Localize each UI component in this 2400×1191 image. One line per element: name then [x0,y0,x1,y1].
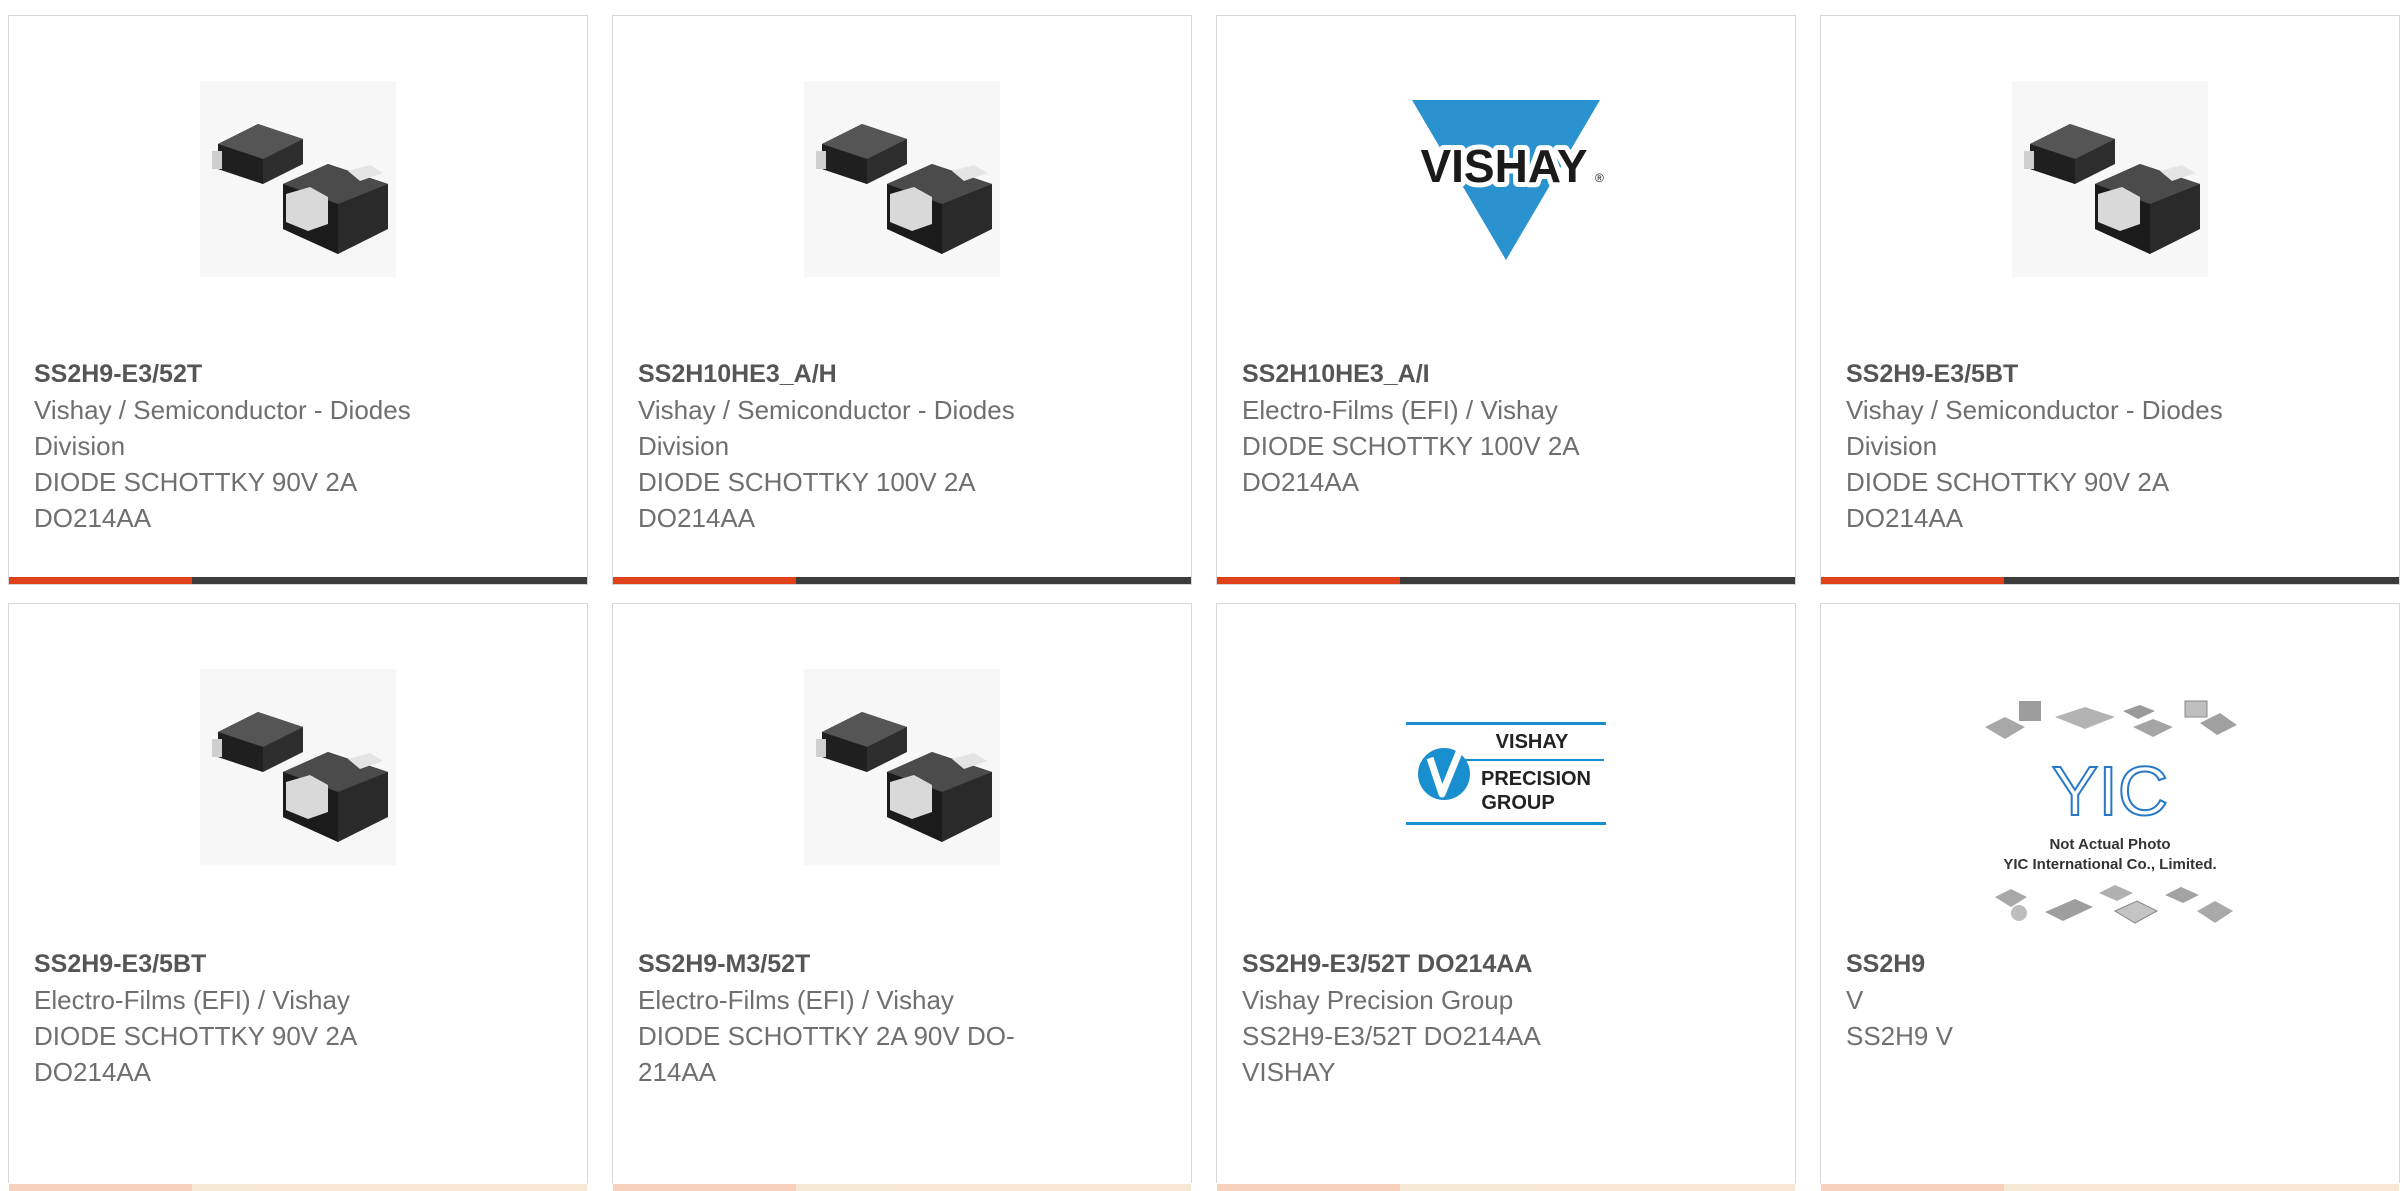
card-bottom-bar [1821,1184,2399,1191]
product-card[interactable]: SS2H9-E3/5BT Vishay / Semiconductor - Di… [1820,15,2400,585]
registered-mark: ® [1595,171,1604,185]
package: DO214AA [638,503,756,533]
diode-package-icon [200,81,396,277]
product-grid: SS2H9-E3/52T Vishay / Semiconductor - Di… [0,0,2400,1191]
part-number[interactable]: SS2H9-M3/52T [638,946,1108,982]
product-info: SS2H9-M3/52T Electro-Films (EFI) / Visha… [638,946,1108,1090]
diode-package-icon [804,81,1000,277]
card-accent [613,1184,796,1191]
package: DO214AA [34,1057,152,1087]
card-bottom-bar [613,577,1191,584]
product-image[interactable] [9,662,587,872]
manufacturer: Electro-Films (EFI) / Vishay [638,985,954,1015]
manufacturer: Vishay / Semiconductor - Diodes [1846,395,2223,425]
manufacturer: Electro-Films (EFI) / Vishay [1242,395,1558,425]
part-number[interactable]: SS2H9-E3/52T DO214AA [1242,946,1712,982]
diode-package-icon [804,669,1000,865]
description: DIODE SCHOTTKY 100V 2A [1242,431,1580,461]
product-info: SS2H9-E3/5BT Electro-Films (EFI) / Visha… [34,946,504,1090]
card-bottom-bar [9,1184,587,1191]
card-accent [1217,1184,1400,1191]
part-number[interactable]: SS2H9-E3/5BT [1846,356,2316,392]
product-card[interactable]: YIC Not Actual Photo YIC International C… [1820,603,2400,1191]
part-number[interactable]: SS2H10HE3_A/I [1242,356,1712,392]
product-info: SS2H9 V SS2H9 V [1846,946,2316,1054]
description: SS2H9-E3/52T DO214AA [1242,1021,1541,1051]
diode-package-icon [200,669,396,865]
package: 214AA [638,1057,717,1087]
card-bottom-bar [613,1184,1191,1191]
description: DIODE SCHOTTKY 90V 2A [1846,467,2170,497]
diode-package-icon [2012,81,2208,277]
vishay-logo: VISHAY VISHAY ® [1412,100,1604,260]
card-bottom-bar [1821,577,2399,584]
product-card[interactable]: SS2H9-E3/5BT Electro-Films (EFI) / Visha… [8,603,588,1191]
package: DO214AA [1242,467,1360,497]
product-info: SS2H9-E3/5BT Vishay / Semiconductor - Di… [1846,356,2316,536]
package: VISHAY [1242,1057,1336,1087]
vpg-logo-line1: VISHAY [1496,731,1569,753]
product-info: SS2H9-E3/52T Vishay / Semiconductor - Di… [34,356,504,536]
package: DO214AA [1846,503,1964,533]
description: DIODE SCHOTTKY 90V 2A [34,1021,358,1051]
product-info: SS2H10HE3_A/I Electro-Films (EFI) / Vish… [1242,356,1712,500]
card-accent [1217,577,1400,584]
yic-logo-text: YIC [2052,752,2169,830]
part-number[interactable]: SS2H9-E3/5BT [34,946,504,982]
manufacturer: Vishay / Semiconductor - Diodes [34,395,411,425]
manufacturer-cont: Division [1846,431,1938,461]
vishay-logo-text: VISHAY [1420,140,1587,192]
yic-caption-line1: Not Actual Photo [2049,836,2170,853]
card-bottom-bar [1217,1184,1795,1191]
product-card[interactable]: SS2H9-M3/52T Electro-Films (EFI) / Visha… [612,603,1192,1191]
product-image[interactable]: VISHAY PRECISION GROUP [1217,662,1795,872]
vpg-logo-line3: GROUP [1481,792,1554,814]
part-number[interactable]: SS2H9-E3/52T [34,356,504,392]
product-image[interactable] [9,74,587,284]
manufacturer-cont: Division [638,431,730,461]
package: DO214AA [34,503,152,533]
product-image[interactable] [1821,74,2399,284]
description: DIODE SCHOTTKY 2A 90V DO- [638,1021,1015,1051]
yic-placeholder-logo: YIC Not Actual Photo YIC International C… [1985,700,2237,924]
manufacturer-cont: Division [34,431,126,461]
card-accent [9,577,192,584]
product-card[interactable]: VISHAY VISHAY ® SS2H10HE3_A/I Electro-Fi… [1216,15,1796,585]
manufacturer: V [1846,985,1864,1015]
card-accent [9,1184,192,1191]
product-card[interactable]: SS2H9-E3/52T Vishay / Semiconductor - Di… [8,15,588,585]
product-card[interactable]: SS2H10HE3_A/H Vishay / Semiconductor - D… [612,15,1192,585]
product-info: SS2H9-E3/52T DO214AA Vishay Precision Gr… [1242,946,1712,1090]
product-image[interactable]: YIC Not Actual Photo YIC International C… [1821,692,2399,942]
product-image[interactable]: VISHAY VISHAY ® [1217,74,1795,284]
description: DIODE SCHOTTKY 100V 2A [638,467,976,497]
vishay-precision-group-logo: VISHAY PRECISION GROUP [1406,722,1606,825]
part-number[interactable]: SS2H10HE3_A/H [638,356,1108,392]
card-accent [1821,577,2004,584]
product-info: SS2H10HE3_A/H Vishay / Semiconductor - D… [638,356,1108,536]
card-accent [613,577,796,584]
card-accent [1821,1184,2004,1191]
manufacturer: Electro-Films (EFI) / Vishay [34,985,350,1015]
part-number[interactable]: SS2H9 [1846,946,2316,982]
product-image[interactable] [613,662,1191,872]
manufacturer: Vishay Precision Group [1242,985,1514,1015]
description: DIODE SCHOTTKY 90V 2A [34,467,358,497]
card-bottom-bar [1217,577,1795,584]
card-bottom-bar [9,577,587,584]
vpg-logo-line2: PRECISION [1481,768,1591,790]
manufacturer: Vishay / Semiconductor - Diodes [638,395,1015,425]
yic-caption-line2: YIC International Co., Limited. [2003,856,2216,873]
product-card[interactable]: VISHAY PRECISION GROUP SS2H9-E3/52T DO21… [1216,603,1796,1191]
product-image[interactable] [613,74,1191,284]
description: SS2H9 V [1846,1021,1953,1051]
